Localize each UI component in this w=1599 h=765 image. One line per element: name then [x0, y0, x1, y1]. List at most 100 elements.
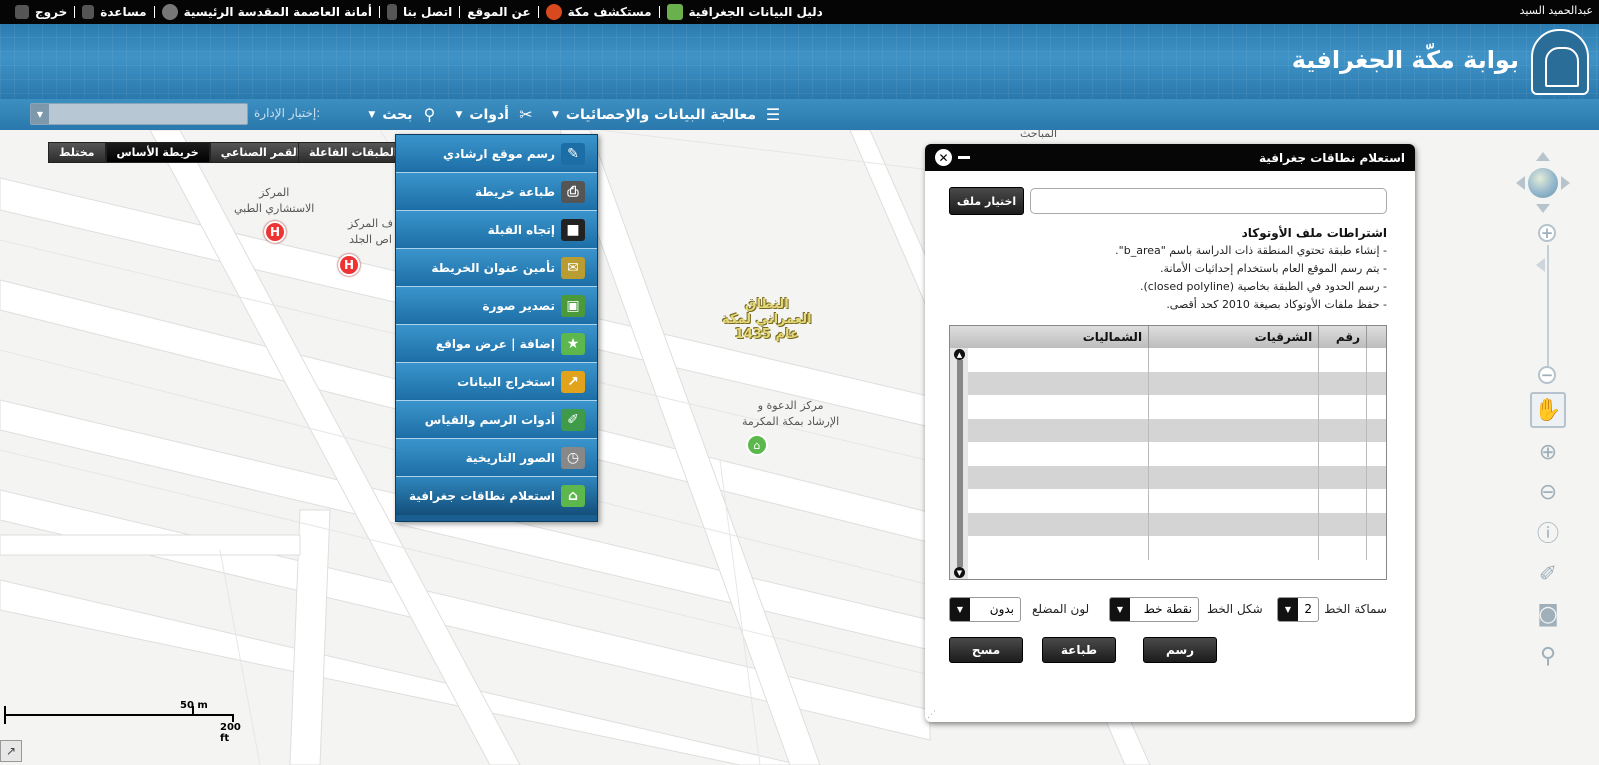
pan-left-icon[interactable] [1516, 176, 1525, 190]
menu-item-map-address[interactable]: ✉ تأمين عنوان الخريطة [396, 249, 597, 287]
menu-item-draw-measure[interactable]: ✐ أدوات الرسم والقياس [396, 401, 597, 439]
pan-right-icon[interactable] [1561, 176, 1570, 190]
menu-item-export-image[interactable]: ▣ تصدير صورة [396, 287, 597, 325]
close-icon[interactable]: ✕ [935, 149, 952, 166]
scroll-up-icon[interactable]: ▲ [954, 349, 965, 360]
link-makkah-explorer-label: مستكشف مكة [567, 5, 652, 19]
zoom-out-icon[interactable]: − [1538, 366, 1556, 384]
hospital-marker-icon[interactable]: H [264, 221, 286, 243]
chevron-down-icon[interactable]: ▼ [31, 104, 49, 124]
expand-arrow-icon[interactable]: ↗ [0, 740, 22, 762]
chevron-down-icon[interactable]: ▼ [1278, 598, 1298, 621]
eraser-icon[interactable]: ✐ [1530, 556, 1566, 592]
pan-up-icon[interactable] [1536, 152, 1550, 161]
zoom-slider[interactable] [1547, 245, 1549, 375]
link-contact-label: اتصل بنا [402, 5, 453, 19]
zoom-out-magnifier-icon[interactable]: ⊖ [1530, 474, 1566, 510]
link-help-label: مساعدة [100, 5, 147, 19]
link-help[interactable]: مساعدة [75, 5, 153, 19]
menu-item-print-map[interactable]: ⎙ طباعة خريطة [396, 173, 597, 211]
basemap-hybrid[interactable]: مختلط [48, 142, 106, 163]
map-canvas[interactable]: المباحث مختلط خريطة الأساس القمر الصناعي… [0, 130, 1599, 765]
polygon-color-select[interactable]: بدون ▼ [949, 597, 1021, 622]
pan-hand-icon[interactable]: ✋ [1530, 392, 1566, 428]
department-select[interactable]: ▼ [30, 103, 248, 125]
table-row [968, 348, 1386, 372]
search-icon: ⚲ [423, 105, 436, 124]
menu-item-draw-guide[interactable]: ✎ رسم موقع ارشادي [396, 135, 597, 173]
link-makkah-explorer[interactable]: مستكشف مكة [539, 4, 659, 20]
basemap-satellite[interactable]: القمر الصناعي [209, 142, 312, 163]
scrollbar-track[interactable] [957, 360, 963, 567]
nav-data-processing[interactable]: ☰ معالجة البيانات والإحصائيات ▼ [552, 105, 783, 125]
map-label-hospital1: المركز الاستشاري الطبي [234, 186, 315, 215]
map-label-hospital2: ف المركز اص الجلد [348, 217, 394, 246]
table-scrollbar[interactable]: ▲ ▼ [950, 348, 968, 579]
link-about[interactable]: عن الموقع [460, 5, 537, 19]
top-bar: عبدالحميد السيد دليل البيانات الجغرافية … [0, 0, 1599, 24]
menu-item-add-locations[interactable]: ★ إضافة | عرض مواقع [396, 325, 597, 363]
clear-button[interactable]: مسح [949, 637, 1023, 663]
line-style-select[interactable]: نقطة خط ▼ [1109, 597, 1199, 622]
table-row [968, 536, 1386, 560]
top-links: دليل البيانات الجغرافية مستكشف مكة عن ال… [8, 0, 830, 24]
line-width-label: سماكة الخط [1324, 602, 1387, 616]
basemap-base[interactable]: خريطة الأساس [105, 142, 210, 163]
magnifier-icon[interactable]: ⚲ [1530, 638, 1566, 674]
scroll-down-icon[interactable]: ▼ [954, 567, 965, 578]
hospital-marker-icon[interactable]: H [338, 254, 360, 276]
extract-data-icon: ↗ [561, 370, 585, 393]
zoom-in-magnifier-icon[interactable]: ⊕ [1530, 434, 1566, 470]
menu-item-label: استخراج البيانات [457, 374, 555, 389]
map-address-icon: ✉ [561, 256, 585, 279]
nav-search[interactable]: ⚲ بحث ▼ [368, 105, 439, 125]
menu-item-geo-query[interactable]: ⌂ استعلام نطاقات جغرافية [396, 477, 597, 515]
polygon-color-value: بدون [989, 602, 1014, 616]
link-logout[interactable]: خروج [8, 5, 74, 19]
database-icon: ☰ [765, 105, 781, 124]
tools-icon: ✂ [519, 105, 533, 124]
info-icon[interactable]: ⓘ [1530, 514, 1566, 550]
link-municipality[interactable]: أمانة العاصمة المقدسة الرئيسية [155, 4, 379, 20]
book-icon [666, 4, 683, 20]
requirement-item: - حفظ ملفات الأوتوكاد بصيغة 2010 كحد أقص… [1166, 298, 1387, 311]
file-chooser: اختيار ملف [949, 187, 1387, 215]
zoom-slider-handle-icon[interactable] [1536, 258, 1545, 272]
chevron-down-icon: ▼ [368, 109, 376, 120]
active-layers-button[interactable]: الطبقات الفاعلة [298, 142, 409, 163]
municipality-logo-icon[interactable] [1531, 29, 1589, 95]
print-button[interactable]: طباعة [1042, 637, 1116, 663]
nav-tools[interactable]: ✂ أدوات ▼ [455, 105, 535, 125]
file-path-input[interactable] [1030, 188, 1387, 214]
menu-item-historical-photos[interactable]: ◷ الصور التاريخية [396, 439, 597, 477]
table-header: رقم الشرقيات الشماليات [950, 326, 1386, 348]
minimize-icon[interactable] [958, 156, 970, 159]
chevron-down-icon[interactable]: ▼ [950, 598, 970, 621]
menu-item-extract-data[interactable]: ↗ استخراج البيانات [396, 363, 597, 401]
link-data-guide[interactable]: دليل البيانات الجغرافية [660, 4, 830, 20]
menu-item-label: إضافة | عرض مواقع [435, 336, 555, 351]
resize-grip-icon[interactable]: ⋰ [927, 710, 936, 720]
table-row [968, 442, 1386, 466]
globe-icon[interactable] [1528, 168, 1558, 198]
zoom-in-icon[interactable]: + [1538, 224, 1556, 242]
table-row [968, 512, 1386, 536]
drawing-options: سماكة الخط 2 ▼ شكل الخط نقطة خط ▼ لون ال… [949, 597, 1387, 623]
menu-item-qibla[interactable]: ■ إتجاه القبلة [396, 211, 597, 249]
autocad-requirements: اشتراطات ملف الأوتوكاد - إنشاء طبقة تحتو… [947, 224, 1387, 314]
line-width-select[interactable]: 2 ▼ [1277, 597, 1319, 622]
pan-down-icon[interactable] [1536, 204, 1550, 213]
logout-icon [15, 5, 29, 19]
mosque-marker-icon[interactable]: ⌂ [746, 434, 768, 456]
choose-file-button[interactable]: اختيار ملف [949, 187, 1024, 215]
geo-query-panel: ✕ استعلام نطاقات جغرافية اختيار ملف اشتر… [925, 144, 1415, 722]
menu-item-label: تأمين عنوان الخريطة [431, 260, 555, 275]
requirements-title: اشتراطات ملف الأوتوكاد [1241, 226, 1387, 240]
column-header-eastings: الشرقيات [1148, 326, 1318, 348]
map-label-mosque: مركز الدعوة و الإرشاد بمكة المكرمة [742, 399, 840, 428]
draw-button[interactable]: رسم [1143, 637, 1217, 663]
chevron-down-icon[interactable]: ▼ [1110, 598, 1130, 621]
camera-icon[interactable]: ◙ [1530, 596, 1566, 632]
panel-header[interactable]: ✕ استعلام نطاقات جغرافية [925, 144, 1415, 171]
link-contact[interactable]: اتصل بنا [380, 4, 459, 20]
